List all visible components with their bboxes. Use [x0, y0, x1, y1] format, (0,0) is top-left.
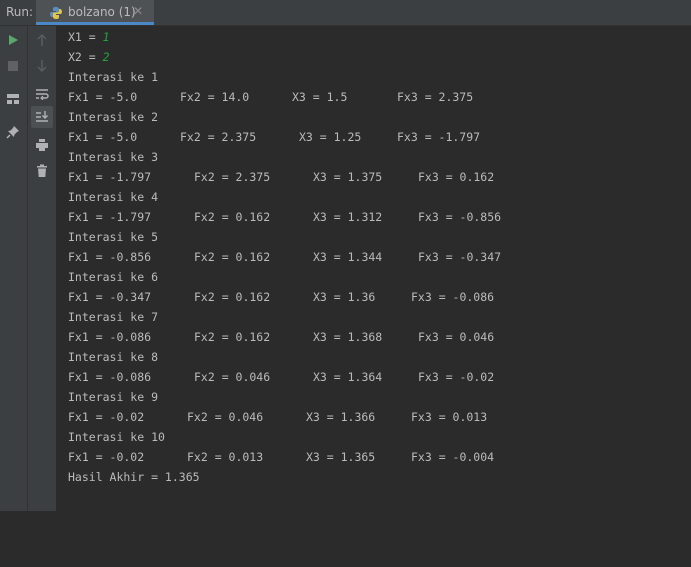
- down-arrow-icon[interactable]: [31, 55, 53, 77]
- fx1-value: Fx1 = -0.02: [68, 410, 145, 424]
- iteration-header: Interasi ke 8: [68, 350, 159, 364]
- fx2-value: Fx2 = 0.046: [194, 370, 271, 384]
- print-icon[interactable]: [31, 134, 53, 156]
- layout-icon[interactable]: [2, 88, 24, 110]
- iteration-values: Fx1 = -5.0 Fx2 = 2.375 X3 = 1.25 Fx3 = -…: [68, 127, 668, 147]
- run-toolbar: [0, 26, 28, 511]
- fx3-value: Fx3 = 0.046: [418, 330, 495, 344]
- iteration-values: Fx1 = -0.347 Fx2 = 0.162 X3 = 1.36 Fx3 =…: [68, 287, 668, 307]
- x1-prompt: X1 =: [68, 30, 103, 44]
- x3-value: X3 = 1.375: [313, 170, 383, 184]
- fx1-value: Fx1 = -1.797: [68, 170, 152, 184]
- console-output[interactable]: X1 = 1 X2 = 2 Interasi ke 1 Fx1 = -5.0 F…: [58, 26, 691, 511]
- fx1-value: Fx1 = -5.0: [68, 90, 138, 104]
- iteration-header: Interasi ke 3: [68, 150, 159, 164]
- fx1-value: Fx1 = -0.086: [68, 370, 152, 384]
- fx3-value: Fx3 = 0.162: [418, 170, 495, 184]
- trash-icon[interactable]: [31, 160, 53, 182]
- fx1-value: Fx1 = -5.0: [68, 130, 138, 144]
- up-arrow-icon[interactable]: [31, 29, 53, 51]
- iteration-header: Interasi ke 2: [68, 110, 159, 124]
- fx2-value: Fx2 = 14.0: [180, 90, 250, 104]
- iteration-header: Interasi ke 9: [68, 390, 159, 404]
- x3-value: X3 = 1.368: [313, 330, 383, 344]
- console-toolbar: [28, 26, 57, 511]
- fx3-value: Fx3 = 2.375: [397, 90, 474, 104]
- iteration-values: Fx1 = -0.086 Fx2 = 0.162 X3 = 1.368 Fx3 …: [68, 327, 668, 347]
- fx2-value: Fx2 = 0.162: [194, 210, 271, 224]
- soft-wrap-icon[interactable]: [31, 83, 53, 105]
- x3-value: X3 = 1.5: [292, 90, 348, 104]
- fx2-value: Fx2 = 2.375: [180, 130, 257, 144]
- close-icon[interactable]: ✕: [133, 4, 143, 18]
- fx2-value: Fx2 = 0.162: [194, 330, 271, 344]
- x3-value: X3 = 1.312: [313, 210, 383, 224]
- stop-icon[interactable]: [2, 55, 24, 77]
- x3-value: X3 = 1.36: [313, 290, 376, 304]
- x2-prompt: X2 =: [68, 50, 103, 64]
- fx3-value: Fx3 = -0.086: [411, 290, 495, 304]
- active-tab-indicator: [36, 22, 154, 25]
- x3-value: X3 = 1.25: [299, 130, 362, 144]
- tab-bolzano[interactable]: bolzano (1) ✕: [36, 0, 154, 25]
- fx1-value: Fx1 = -0.347: [68, 290, 152, 304]
- x2-input-line: X2 = 2: [68, 47, 110, 67]
- iteration-header: Interasi ke 4: [68, 190, 159, 204]
- fx2-value: Fx2 = 0.013: [187, 450, 264, 464]
- fx3-value: Fx3 = 0.013: [411, 410, 488, 424]
- x2-user-input: 2: [102, 50, 110, 64]
- x3-value: X3 = 1.365: [306, 450, 376, 464]
- fx1-value: Fx1 = -0.086: [68, 330, 152, 344]
- run-tool-window-header: Run: bolzano (1) ✕: [0, 0, 691, 26]
- fx1-value: Fx1 = -0.856: [68, 250, 152, 264]
- iteration-header: Interasi ke 6: [68, 270, 159, 284]
- scroll-to-end-icon[interactable]: [31, 106, 53, 128]
- x3-value: X3 = 1.366: [306, 410, 376, 424]
- python-icon: [49, 5, 63, 19]
- iteration-values: Fx1 = -5.0 Fx2 = 14.0 X3 = 1.5 Fx3 = 2.3…: [68, 87, 668, 107]
- fx2-value: Fx2 = 0.046: [187, 410, 264, 424]
- x1-user-input: 1: [102, 30, 110, 44]
- iteration-header: Interasi ke 5: [68, 230, 159, 244]
- iteration-header: Interasi ke 10: [68, 430, 165, 444]
- iteration-values: Fx1 = -1.797 Fx2 = 0.162 X3 = 1.312 Fx3 …: [68, 207, 668, 227]
- fx3-value: Fx3 = -0.02: [418, 370, 495, 384]
- iteration-values: Fx1 = -1.797 Fx2 = 2.375 X3 = 1.375 Fx3 …: [68, 167, 668, 187]
- iteration-header: Interasi ke 1: [68, 70, 159, 84]
- x3-value: X3 = 1.344: [313, 250, 383, 264]
- iteration-values: Fx1 = -0.02 Fx2 = 0.046 X3 = 1.366 Fx3 =…: [68, 407, 668, 427]
- fx3-value: Fx3 = -0.347: [418, 250, 502, 264]
- run-label: Run:: [6, 5, 34, 19]
- tab-title: bolzano (1): [68, 5, 136, 19]
- run-icon[interactable]: [2, 29, 24, 51]
- fx2-value: Fx2 = 0.162: [194, 290, 271, 304]
- iteration-header: Interasi ke 7: [68, 310, 159, 324]
- fx3-value: Fx3 = -0.004: [411, 450, 495, 464]
- x1-input-line: X1 = 1: [68, 27, 110, 47]
- fx2-value: Fx2 = 0.162: [194, 250, 271, 264]
- iteration-values: Fx1 = -0.02 Fx2 = 0.013 X3 = 1.365 Fx3 =…: [68, 447, 668, 467]
- x3-value: X3 = 1.364: [313, 370, 383, 384]
- pin-icon[interactable]: [2, 121, 24, 143]
- iteration-values: Fx1 = -0.856 Fx2 = 0.162 X3 = 1.344 Fx3 …: [68, 247, 668, 267]
- final-result: Hasil Akhir = 1.365: [68, 470, 200, 484]
- iteration-values: Fx1 = -0.086 Fx2 = 0.046 X3 = 1.364 Fx3 …: [68, 367, 668, 387]
- fx1-value: Fx1 = -1.797: [68, 210, 152, 224]
- fx1-value: Fx1 = -0.02: [68, 450, 145, 464]
- fx2-value: Fx2 = 2.375: [194, 170, 271, 184]
- fx3-value: Fx3 = -0.856: [418, 210, 502, 224]
- fx3-value: Fx3 = -1.797: [397, 130, 481, 144]
